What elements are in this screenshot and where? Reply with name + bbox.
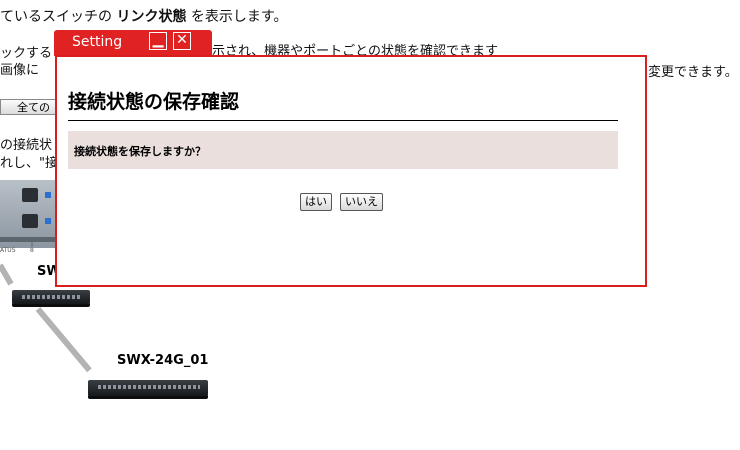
topology-link xyxy=(35,307,92,373)
bg-description-line4: の接続状 xyxy=(0,138,53,153)
dialog-heading: 接続状態の保存確認 xyxy=(68,87,618,121)
status-led-icon xyxy=(45,192,51,198)
bg-description-line3-right: 変更できます。 xyxy=(648,65,738,80)
minimize-icon[interactable]: ▁ xyxy=(149,32,167,50)
panel-base xyxy=(0,237,56,242)
bg-description-line1: ているスイッチの リンク状態 を表示します。 xyxy=(0,6,288,26)
port-icon xyxy=(22,214,38,228)
bg-description-line5: れし、"接 xyxy=(0,156,58,171)
switch-label: SWX-24G_01 xyxy=(117,353,209,368)
bg-line1-bold: リンク状態 xyxy=(116,9,187,25)
switch-ports xyxy=(22,295,82,299)
switch-ports xyxy=(98,385,200,389)
dialog-tab-title: Setting xyxy=(72,34,123,50)
bg-line1-suffix: を表示します。 xyxy=(190,9,288,25)
status-label: ATUS xyxy=(0,247,16,254)
bg-description-line3-left: 画像に xyxy=(0,63,40,78)
switch-device-icon[interactable] xyxy=(88,380,208,396)
show-all-button[interactable]: 全ての xyxy=(0,99,62,115)
status-led-icon xyxy=(45,218,51,224)
dialog-message-box: 接続状態を保存しますか？ xyxy=(68,131,618,169)
switch-device-icon[interactable] xyxy=(12,290,90,304)
switch-front-panel[interactable] xyxy=(0,180,57,248)
port-icon xyxy=(22,188,38,202)
yes-button[interactable]: はい xyxy=(300,193,332,211)
topology-link xyxy=(0,263,14,286)
dialog-message: 接続状態を保存しますか？ xyxy=(74,145,206,158)
port-number-label: 8 xyxy=(30,247,34,254)
bg-line1-prefix: ているスイッチの xyxy=(0,9,112,25)
no-button[interactable]: いいえ xyxy=(340,193,383,211)
dialog-title-tab[interactable]: Setting ▁ ✕ xyxy=(54,30,212,56)
save-confirm-dialog: 接続状態の保存確認 接続状態を保存しますか？ はい いいえ xyxy=(55,55,647,287)
close-icon[interactable]: ✕ xyxy=(173,32,191,50)
